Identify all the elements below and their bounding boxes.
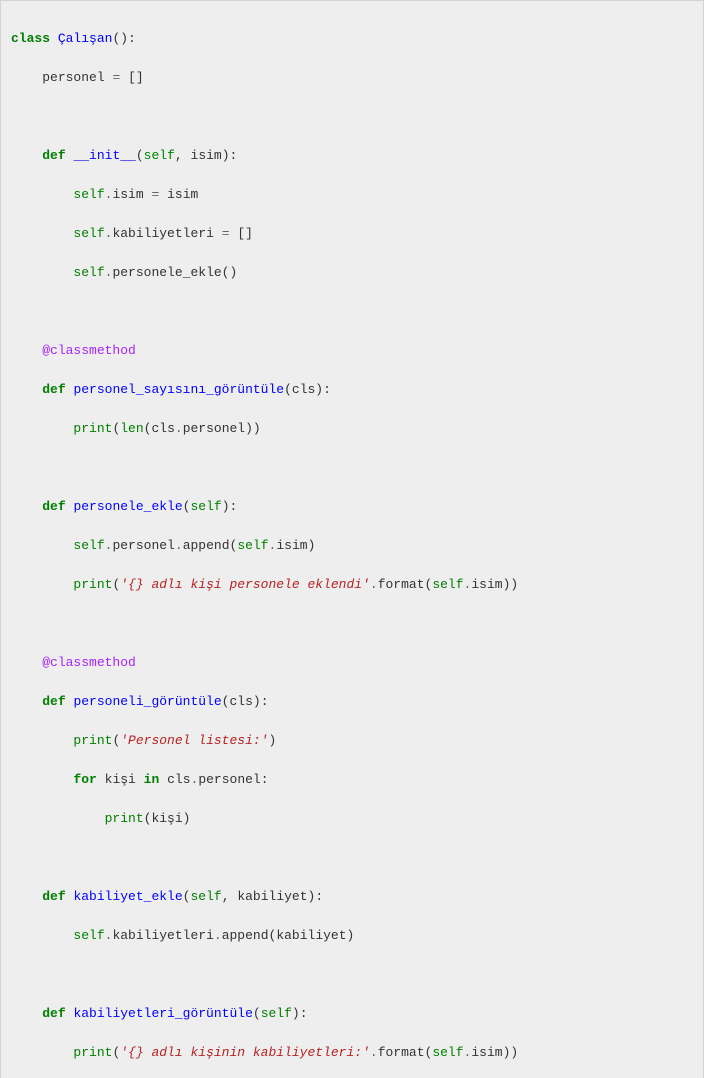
code-line: @classmethod	[11, 653, 693, 673]
variable: personel	[42, 70, 104, 85]
keyword-def: def	[42, 148, 65, 163]
code-line: self.kabiliyetleri.append(kabiliyet)	[11, 926, 693, 946]
code-line	[11, 614, 693, 634]
code-line: print('{} adlı kişi personele eklendi'.f…	[11, 575, 693, 595]
code-line: def kabiliyetleri_görüntüle(self):	[11, 1004, 693, 1024]
code-line: class Çalışan():	[11, 29, 693, 49]
code-line: @classmethod	[11, 341, 693, 361]
string-literal: 'Personel listesi:'	[120, 733, 268, 748]
code-line	[11, 302, 693, 322]
code-line: def kabiliyet_ekle(self, kabiliyet):	[11, 887, 693, 907]
builtin-print: print	[73, 421, 112, 436]
code-line: self.kabiliyetleri = []	[11, 224, 693, 244]
code-line	[11, 848, 693, 868]
function-name: personeli_görüntüle	[73, 694, 221, 709]
function-name: __init__	[73, 148, 135, 163]
code-line: print('{} adlı kişinin kabiliyetleri:'.f…	[11, 1043, 693, 1063]
code-line: print(len(cls.personel))	[11, 419, 693, 439]
string-literal: '{} adlı kişi personele eklendi'	[120, 577, 370, 592]
code-block: class Çalışan(): personel = [] def __ini…	[0, 0, 704, 1078]
function-name: kabiliyet_ekle	[73, 889, 182, 904]
keyword-class: class	[11, 31, 50, 46]
class-name: Çalışan	[58, 31, 113, 46]
function-name: kabiliyetleri_görüntüle	[73, 1006, 252, 1021]
code-line: def personeli_görüntüle(cls):	[11, 692, 693, 712]
code-line	[11, 107, 693, 127]
code-line: self.personel.append(self.isim)	[11, 536, 693, 556]
code-line: self.personele_ekle()	[11, 263, 693, 283]
code-line: def personele_ekle(self):	[11, 497, 693, 517]
keyword-in: in	[144, 772, 160, 787]
code-line	[11, 458, 693, 478]
function-name: personel_sayısını_görüntüle	[73, 382, 284, 397]
keyword-for: for	[73, 772, 96, 787]
code-line: print('Personel listesi:')	[11, 731, 693, 751]
self-param: self	[144, 148, 175, 163]
code-line: self.isim = isim	[11, 185, 693, 205]
code-line: personel = []	[11, 68, 693, 88]
decorator: @classmethod	[42, 343, 136, 358]
function-name: personele_ekle	[73, 499, 182, 514]
string-literal: '{} adlı kişinin kabiliyetleri:'	[120, 1045, 370, 1060]
code-line: print(kişi)	[11, 809, 693, 829]
code-line	[11, 965, 693, 985]
code-line: def __init__(self, isim):	[11, 146, 693, 166]
code-line: def personel_sayısını_görüntüle(cls):	[11, 380, 693, 400]
code-line: for kişi in cls.personel:	[11, 770, 693, 790]
